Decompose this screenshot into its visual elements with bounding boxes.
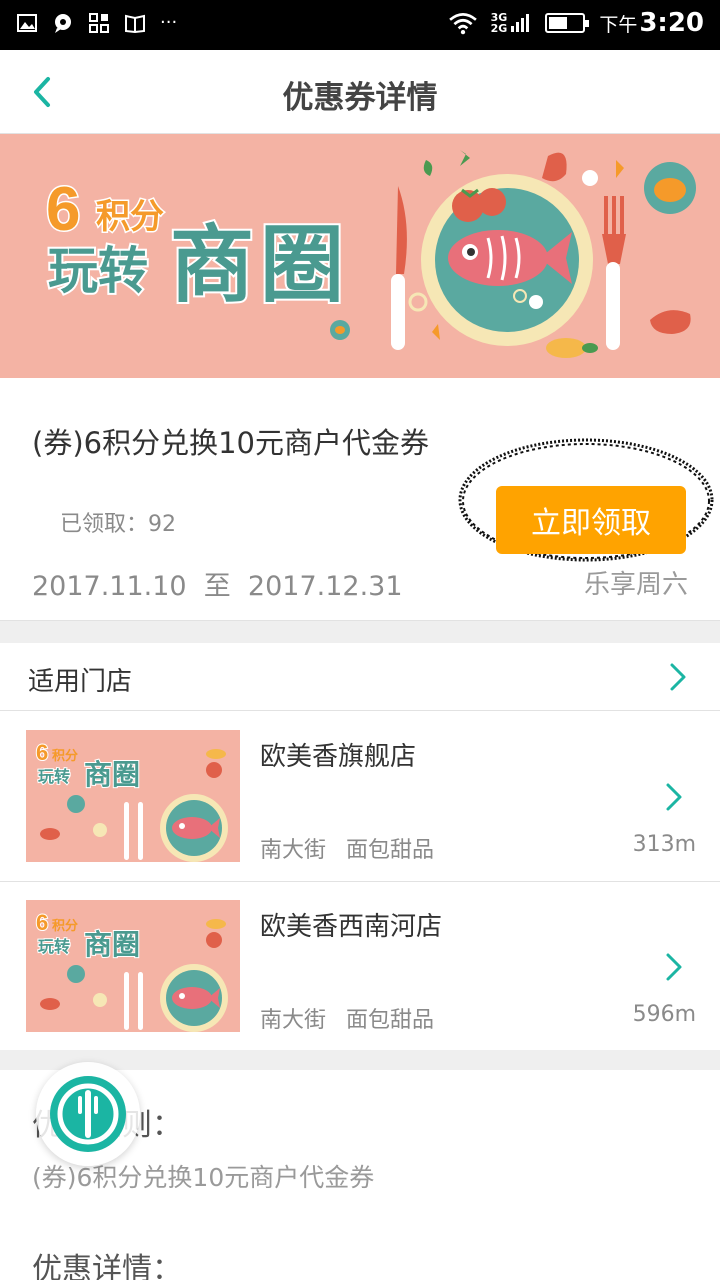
thumb-line2-big: 商圈	[84, 928, 140, 961]
carrot-slice-icon	[616, 160, 624, 178]
thumb-points-text: 积分	[52, 748, 78, 764]
page-title: 优惠券详情	[282, 80, 438, 116]
store-street: 南大街	[260, 838, 327, 863]
applicable-stores-header[interactable]: 适用门店	[0, 643, 720, 711]
banner-illustration: 6 积分 玩转 商圈	[45, 150, 696, 358]
store-thumbnail: 6 积分 玩转 商圈	[26, 730, 240, 862]
small-food-icon	[335, 326, 345, 334]
thumb-line2-small: 玩转	[38, 937, 70, 956]
chevron-right-icon	[666, 783, 682, 811]
store-list-item[interactable]: 6 积分 玩转 商圈 欧美香西南河店 南大街 面包甜品 596m	[0, 882, 720, 1052]
garlic-icon	[582, 170, 598, 186]
herb-icon	[460, 150, 470, 166]
title-bar: 优惠券详情	[0, 50, 720, 134]
store-meta: 南大街 面包甜品	[260, 1002, 434, 1034]
details-heading: 优惠详情：	[32, 1252, 182, 1280]
network-indicator: 3G 2G	[491, 12, 508, 34]
coupon-tag: 乐享周六	[583, 570, 688, 600]
store-name: 欧美香旗舰店	[260, 742, 417, 772]
claim-now-button[interactable]: 立即领取	[496, 486, 686, 554]
signal-icon	[511, 14, 530, 32]
chat-bubble-icon	[55, 14, 71, 33]
thumb-points-number: 6	[36, 910, 48, 935]
banner-points-number: 6	[46, 175, 80, 244]
chili-icon	[432, 324, 440, 340]
leaf-icon-2	[423, 160, 433, 176]
battery-level	[549, 17, 567, 29]
store-thumbnail-illustration: 6 积分 玩转 商圈	[26, 730, 240, 862]
onion-icon	[542, 152, 567, 182]
coupon-info: (券)6积分兑换10元商户代金券 已领取：92 立即领取 2017.11.10 …	[0, 378, 720, 621]
clock-time: 3:20	[639, 8, 704, 38]
clock: 下午3:20	[599, 8, 704, 38]
validity-date-range: 2017.11.10 至 2017.12.31	[32, 571, 403, 602]
store-meta: 南大街 面包甜品	[260, 832, 434, 864]
store-distance: 596m	[632, 1002, 696, 1027]
applicable-stores-label: 适用门店	[28, 667, 133, 697]
status-bar: ··· 3G 2G 下午3:20	[0, 0, 720, 50]
chevron-right-icon	[666, 953, 682, 981]
potato-icon	[546, 338, 586, 358]
wifi-icon	[448, 13, 477, 35]
claimed-count: 已领取：92	[60, 512, 176, 537]
store-category: 面包甜品	[346, 838, 435, 863]
network-2g: 2G	[490, 22, 508, 35]
chevron-right-icon	[670, 663, 686, 691]
fork-knife-icon	[50, 1076, 126, 1152]
notification-icons: ···	[16, 12, 177, 34]
more-notifications-icon: ···	[160, 12, 178, 33]
battery-icon	[545, 13, 590, 33]
section-divider	[0, 621, 720, 643]
store-thumbnail: 6 积分 玩转 商圈	[26, 900, 240, 1032]
thumb-points-number: 6	[36, 740, 48, 765]
store-distance: 313m	[632, 832, 696, 857]
thumb-line2-small: 玩转	[38, 767, 70, 786]
book-icon	[125, 14, 145, 34]
store-street: 南大街	[260, 1008, 327, 1033]
store-list-item[interactable]: 6 积分 玩转 商圈 欧美香旗舰店 南大街 面包甜品 313m	[0, 712, 720, 882]
coupon-title: (券)6积分兑换10元商户代金券	[32, 426, 429, 460]
apps-icon	[89, 13, 109, 33]
promo-banner: 6 积分 玩转 商圈	[0, 134, 720, 378]
banner-line2-big: 商圈	[170, 216, 350, 314]
store-name: 欧美香西南河店	[260, 912, 443, 942]
pumpkin-icon	[654, 178, 686, 202]
leaf-icon	[582, 343, 598, 353]
onion-ring-icon	[408, 292, 428, 312]
store-category: 面包甜品	[346, 1008, 435, 1033]
thumb-points-text: 积分	[52, 918, 78, 934]
gallery-icon	[17, 14, 37, 32]
sweet-potato-icon	[650, 310, 691, 334]
clock-period: 下午	[599, 14, 638, 36]
thumb-line2-big: 商圈	[84, 758, 140, 791]
knife-icon	[391, 186, 407, 350]
store-thumbnail-illustration: 6 积分 玩转 商圈	[26, 900, 240, 1032]
fork-icon	[602, 196, 626, 350]
plate-icon	[421, 174, 593, 346]
banner-line2-small: 玩转	[48, 242, 148, 300]
banner-points-text: 积分	[96, 197, 164, 237]
floating-action-button[interactable]	[36, 1062, 140, 1166]
